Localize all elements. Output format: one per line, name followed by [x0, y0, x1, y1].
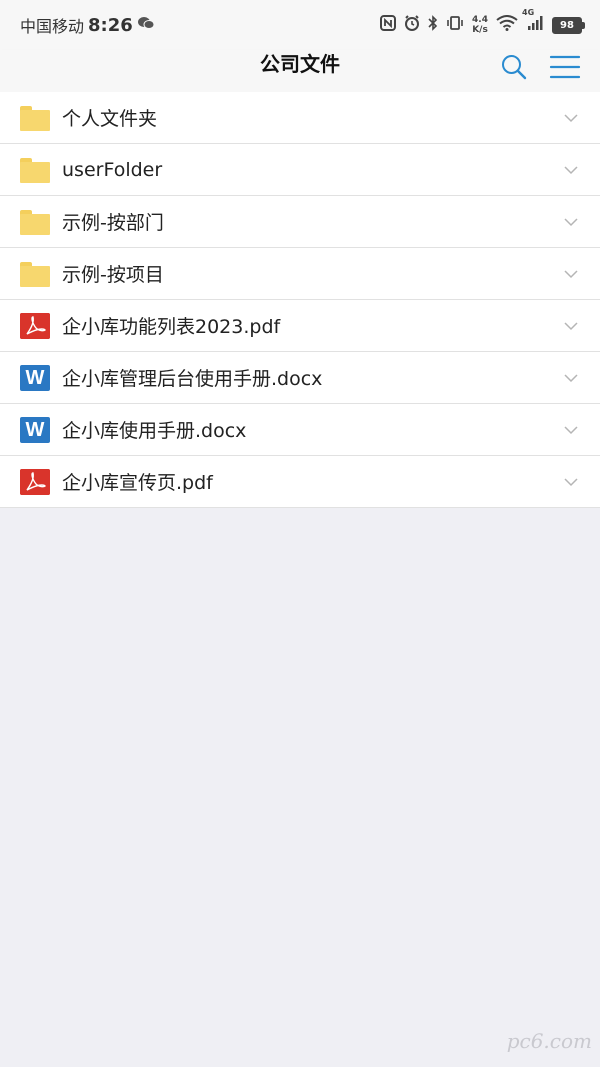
status-bar: 中国移动 8:26 4.4 K/s 4G 98: [0, 0, 600, 50]
file-name: 个人文件夹: [62, 108, 158, 130]
nfc-icon: [380, 15, 397, 35]
bluetooth-icon: [428, 15, 438, 35]
file-list: 个人文件夹 userFolder 示例-按部门 示例-按项目 企小库功能列表20…: [0, 92, 600, 508]
alarm-icon: [404, 15, 420, 35]
file-row-user-folder[interactable]: userFolder: [0, 144, 600, 196]
vibrate-icon: [446, 15, 464, 35]
file-row-by-project[interactable]: 示例-按项目: [0, 248, 600, 300]
chevron-down-icon[interactable]: [564, 165, 578, 175]
folder-icon: [20, 105, 50, 131]
file-name: 企小库管理后台使用手册.docx: [62, 368, 323, 390]
chevron-down-icon[interactable]: [564, 321, 578, 331]
wifi-icon: [496, 15, 518, 35]
signal-icon: 4G: [522, 8, 544, 35]
watermark-logo: pc6.com: [506, 1029, 592, 1053]
chevron-down-icon[interactable]: [564, 425, 578, 435]
file-row-personal-folder[interactable]: 个人文件夹: [0, 92, 600, 144]
chevron-down-icon[interactable]: [564, 373, 578, 383]
word-doc-icon: W: [20, 416, 50, 443]
search-button[interactable]: [500, 53, 528, 81]
battery-level: 98: [560, 19, 574, 31]
folder-icon: [20, 209, 50, 235]
word-doc-icon: W: [20, 364, 50, 391]
file-name: 企小库宣传页.pdf: [62, 472, 213, 494]
app-header: 公司文件: [0, 50, 600, 93]
file-name: 企小库功能列表2023.pdf: [62, 316, 281, 338]
chevron-down-icon[interactable]: [564, 217, 578, 227]
speed-unit: K/s: [472, 25, 488, 35]
file-name: 示例-按项目: [62, 264, 164, 286]
carrier-name: 中国移动: [20, 17, 85, 36]
network-type: 4G: [522, 8, 535, 17]
file-row-admin-manual-docx[interactable]: W 企小库管理后台使用手册.docx: [0, 352, 600, 404]
folder-icon: [20, 157, 50, 183]
file-row-brochure-pdf[interactable]: 企小库宣传页.pdf: [0, 456, 600, 508]
status-bar-right: 4.4 K/s 4G 98: [380, 8, 585, 35]
chevron-down-icon[interactable]: [564, 477, 578, 487]
file-row-user-manual-docx[interactable]: W 企小库使用手册.docx: [0, 404, 600, 456]
file-row-feature-list-pdf[interactable]: 企小库功能列表2023.pdf: [0, 300, 600, 352]
file-name: userFolder: [62, 158, 163, 181]
pdf-icon: [20, 468, 50, 495]
file-name: 示例-按部门: [62, 212, 164, 234]
menu-button[interactable]: [549, 54, 581, 80]
folder-icon: [20, 261, 50, 287]
battery-indicator: 98: [552, 16, 585, 34]
chevron-down-icon[interactable]: [564, 113, 578, 123]
status-bar-left: 中国移动 8:26: [20, 13, 155, 37]
chevron-down-icon[interactable]: [564, 269, 578, 279]
speed-value: 4.4: [472, 15, 488, 25]
clock: 8:26: [88, 14, 133, 36]
file-row-by-department[interactable]: 示例-按部门: [0, 196, 600, 248]
menu-icon: [549, 55, 581, 79]
file-name: 企小库使用手册.docx: [62, 420, 247, 442]
network-speed: 4.4 K/s: [472, 15, 488, 35]
wechat-icon: [137, 15, 155, 35]
pdf-icon: [20, 312, 50, 339]
search-icon: [502, 55, 527, 80]
